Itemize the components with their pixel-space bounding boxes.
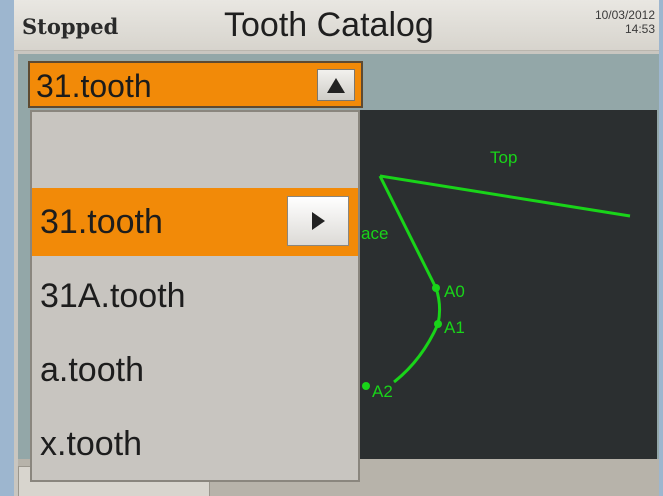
date-text: 10/03/2012 <box>594 8 655 22</box>
open-item-button[interactable] <box>287 196 349 246</box>
label-a1: A1 <box>444 318 465 337</box>
label-top: Top <box>490 148 518 167</box>
label-a0: A0 <box>444 282 465 301</box>
list-item-label: 31.tooth <box>40 203 163 241</box>
window-frame-left <box>0 0 14 496</box>
machine-status: Stopped <box>22 14 119 39</box>
top-line <box>379 174 631 218</box>
time-text: 14:53 <box>624 22 655 36</box>
label-face: ace <box>361 224 389 243</box>
triangle-up-icon <box>327 77 345 93</box>
point-a2 <box>362 382 370 390</box>
list-item-label: a.tooth <box>40 351 144 389</box>
point-a0 <box>432 284 440 292</box>
list-item-label: x.tooth <box>40 425 143 463</box>
datetime: 10/03/2012 14:53 <box>595 8 655 36</box>
tooth-file-dropdown[interactable]: 31.tooth <box>28 61 363 108</box>
header-bar: Stopped Tooth Catalog 10/03/2012 14:53 <box>14 0 659 51</box>
tooth-diagram-canvas: Top ace A0 A1 A2 <box>358 110 657 459</box>
label-a2: A2 <box>372 382 393 401</box>
triangle-right-icon <box>311 212 325 230</box>
list-item-x-tooth[interactable]: x.tooth <box>32 410 358 478</box>
flank-curve <box>393 287 442 384</box>
list-item-label: 31A.tooth <box>40 277 186 315</box>
list-item-31a-tooth[interactable]: 31A.tooth <box>32 262 358 330</box>
list-item-a-tooth[interactable]: a.tooth <box>32 336 358 404</box>
dropdown-toggle-button[interactable] <box>317 69 355 101</box>
window-frame-right <box>659 0 663 496</box>
point-a1 <box>434 320 442 328</box>
dropdown-selected-value: 31.tooth <box>36 68 152 104</box>
list-item-31-tooth[interactable]: 31.tooth <box>32 188 358 256</box>
dropdown-list: 31.tooth 31A.tooth a.tooth x.tooth <box>30 110 360 482</box>
page-title: Tooth Catalog <box>224 6 434 44</box>
